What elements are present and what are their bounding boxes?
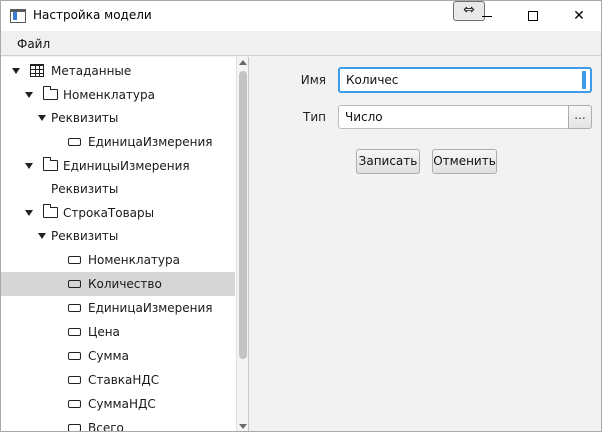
tree-item-label: Реквизиты xyxy=(51,229,119,243)
expand-arrow-icon[interactable] xyxy=(38,115,46,121)
tree-item-label: СтрокаТовары xyxy=(63,206,155,220)
field-icon xyxy=(68,400,81,408)
tree-item-requisites[interactable]: Реквизиты xyxy=(1,224,235,248)
name-input[interactable] xyxy=(338,67,592,93)
minimize-button[interactable] xyxy=(464,1,510,31)
expand-arrow-icon[interactable] xyxy=(25,163,33,169)
field-icon xyxy=(68,352,81,360)
metadata-tree: Метаданные Номенклатура Реквизиты Единиц… xyxy=(1,57,249,432)
menu-bar: Файл xyxy=(1,31,601,56)
expand-arrow-icon[interactable] xyxy=(25,210,33,216)
window-title: Настройка модели xyxy=(33,8,152,22)
tree-item-units[interactable]: ЕдиницыИзмерения xyxy=(1,154,235,178)
tree-item-field[interactable]: ЕдиницаИзмерения xyxy=(1,296,235,320)
tree-item-label: ЕдиницаИзмерения xyxy=(88,135,213,149)
tree-item-field[interactable]: Сумма xyxy=(1,344,235,368)
tree-item-field[interactable]: Цена xyxy=(1,320,235,344)
field-icon xyxy=(68,376,81,384)
tree-item-goods-row[interactable]: СтрокаТовары xyxy=(1,201,235,225)
tree-item-label: ЕдиницаИзмерения xyxy=(88,301,213,315)
tree-item-requisites[interactable]: Реквизиты xyxy=(1,177,235,201)
folder-icon xyxy=(42,157,58,171)
tree-item-label: Номенклатура xyxy=(88,253,180,267)
tree-item-label: Реквизиты xyxy=(51,111,119,125)
tree-item-label: Цена xyxy=(88,325,120,339)
minimize-icon xyxy=(482,15,492,17)
expand-arrow-icon[interactable] xyxy=(38,233,46,239)
text-cursor xyxy=(582,71,586,89)
folder-icon xyxy=(42,86,58,100)
tree-item-label: ЕдиницыИзмерения xyxy=(63,159,190,173)
tree-item-field[interactable]: Всего xyxy=(1,416,235,432)
tree-item-field[interactable]: ЕдиницаИзмерения xyxy=(1,130,235,154)
tree-item-label: Реквизиты xyxy=(51,182,119,196)
expand-arrow-icon[interactable] xyxy=(12,68,20,74)
tree-item-label: СуммаНДС xyxy=(88,397,156,411)
tree-item-label: Сумма xyxy=(88,349,129,363)
table-grid-icon xyxy=(30,64,44,77)
type-label: Тип xyxy=(303,110,326,124)
tree-scrollbar[interactable] xyxy=(236,57,248,431)
scroll-down-arrow-icon[interactable] xyxy=(239,424,247,429)
tree-item-field[interactable]: Номенклатура xyxy=(1,248,235,272)
type-field[interactable]: Число xyxy=(338,105,569,129)
title-bar[interactable]: Настройка модели ⇔ ✕ xyxy=(1,1,601,31)
scroll-thumb[interactable] xyxy=(239,71,247,359)
property-form: Имя Тип Число ... Записать Отменить xyxy=(250,57,601,431)
tree-item-nomenclature[interactable]: Номенклатура xyxy=(1,83,235,107)
close-button[interactable]: ✕ xyxy=(556,1,601,31)
maximize-button[interactable] xyxy=(510,1,556,31)
field-icon xyxy=(68,280,81,288)
tree-item-field[interactable]: СуммаНДС xyxy=(1,392,235,416)
tree-item-label: Количество xyxy=(88,277,162,291)
tree-item-label: Всего xyxy=(88,421,124,432)
field-icon xyxy=(68,138,81,146)
tree-item-requisites[interactable]: Реквизиты xyxy=(1,106,235,130)
tree-item-field-selected[interactable]: Количество xyxy=(1,272,235,296)
maximize-icon xyxy=(528,11,538,21)
cancel-button[interactable]: Отменить xyxy=(432,149,497,174)
name-label: Имя xyxy=(300,73,326,87)
tree-item-label: СтавкаНДС xyxy=(88,373,160,387)
close-icon: ✕ xyxy=(573,8,585,24)
scroll-up-arrow-icon[interactable] xyxy=(239,60,247,65)
folder-icon xyxy=(42,204,58,218)
tree-item-label: Номенклатура xyxy=(63,88,155,102)
tree-item-metadata[interactable]: Метаданные xyxy=(1,59,235,83)
field-icon xyxy=(68,424,81,431)
app-window-icon xyxy=(10,9,26,23)
field-icon xyxy=(68,328,81,336)
field-icon xyxy=(68,256,81,264)
tree-item-label: Метаданные xyxy=(51,64,132,78)
tree-item-field[interactable]: СтавкаНДС xyxy=(1,368,235,392)
save-button[interactable]: Записать xyxy=(356,149,420,174)
expand-arrow-icon[interactable] xyxy=(25,92,33,98)
app-window: Настройка модели ⇔ ✕ Файл Метаданные Ном… xyxy=(0,0,602,432)
field-icon xyxy=(68,304,81,312)
type-select-button[interactable]: ... xyxy=(568,105,592,129)
menu-file[interactable]: Файл xyxy=(17,37,50,51)
